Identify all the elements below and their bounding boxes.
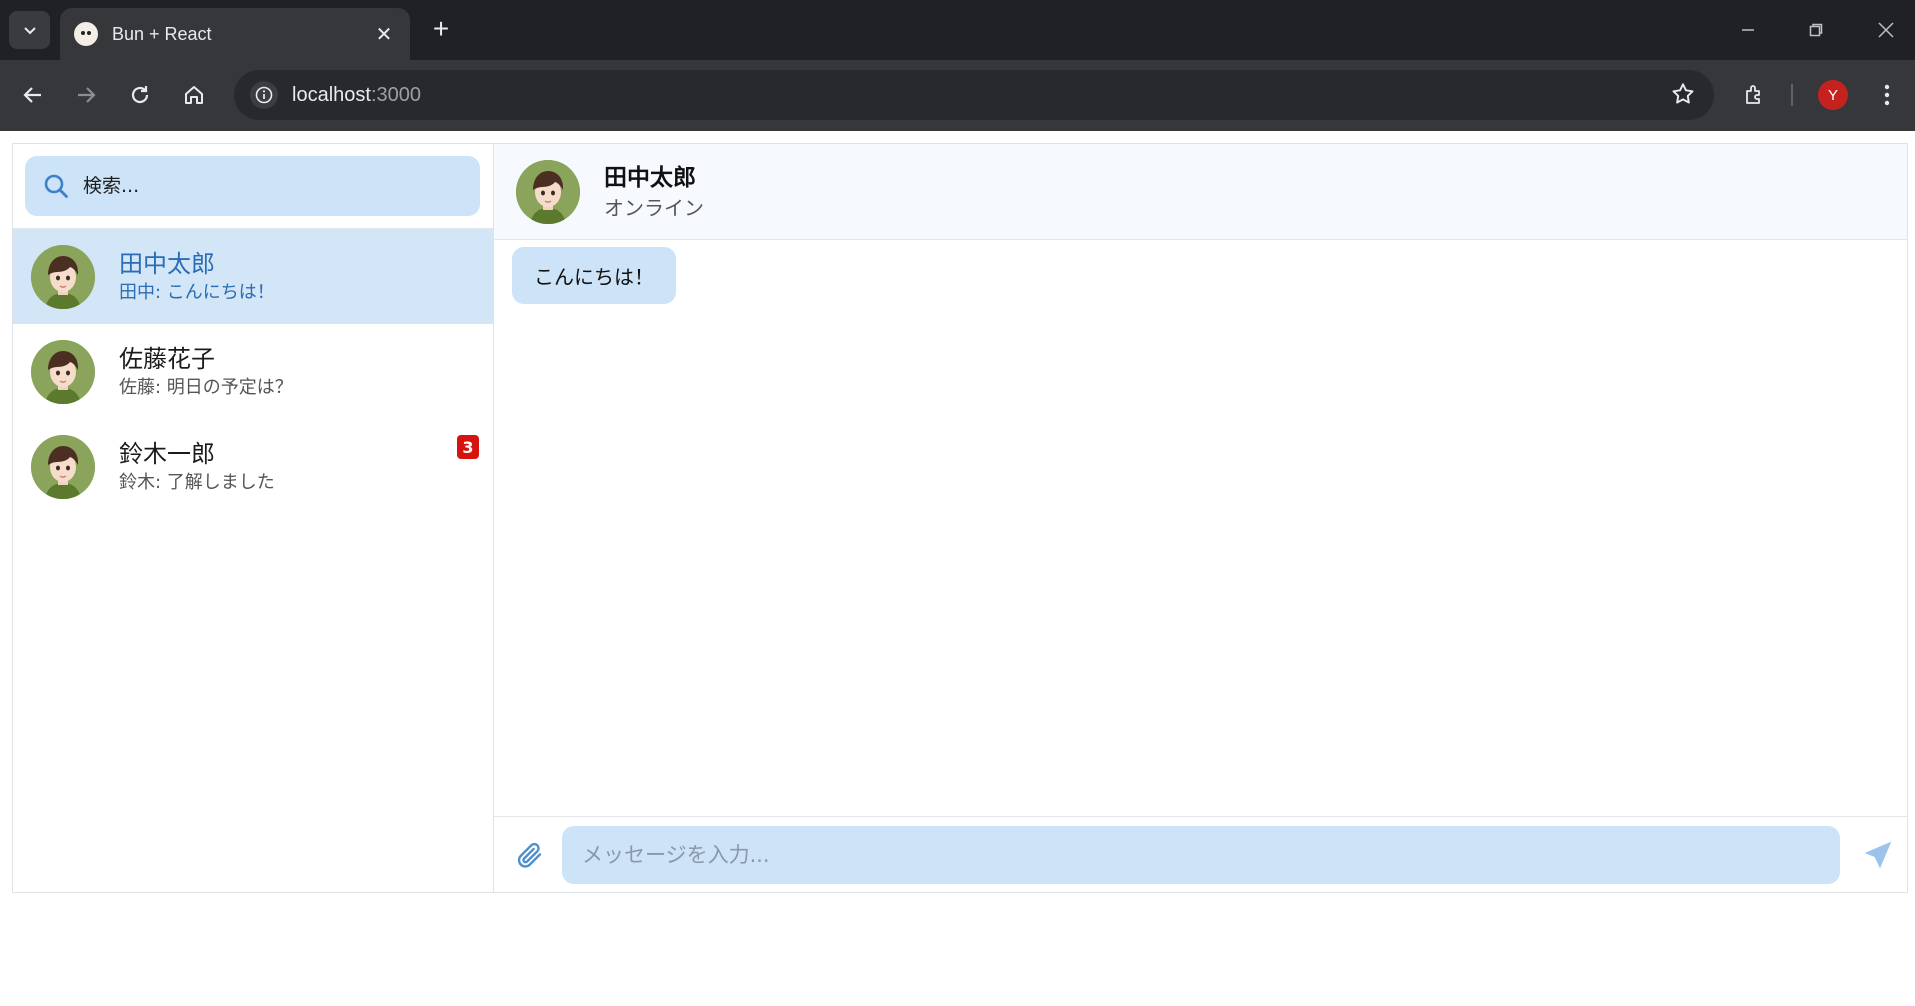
arrow-right-icon (78, 87, 96, 103)
message-input[interactable] (562, 825, 1840, 884)
home-button[interactable] (175, 76, 213, 114)
chat-preview: 田中: こんにちは！ (119, 281, 275, 303)
address-bar[interactable]: localhost:3000 (234, 70, 1714, 120)
toolbar-divider (1791, 84, 1793, 106)
reload-button[interactable] (121, 76, 159, 114)
search-input[interactable] (83, 175, 463, 197)
browser-toolbar: localhost:3000 Y (0, 60, 1915, 131)
arrow-left-icon (23, 87, 41, 103)
chat-item-sato[interactable]: 佐藤花子 佐藤: 明日の予定は？ (13, 324, 493, 419)
bun-favicon-icon (74, 22, 98, 46)
conversation-pane: 田中太郎 オンライン こんにちは！ (494, 144, 1907, 892)
back-button[interactable] (14, 76, 52, 114)
message-bubble: こんにちは！ (512, 247, 676, 304)
chat-preview: 鈴木: 了解しました (119, 471, 275, 493)
unread-badge: 3 (457, 435, 479, 459)
chat-item-suzuki[interactable]: 鈴木一郎 鈴木: 了解しました 3 (13, 419, 493, 514)
chat-app: 田中太郎 田中: こんにちは！ 佐藤花子 佐藤: 明日の予定は？ 鈴木一郎 鈴木… (12, 143, 1908, 893)
avatar (31, 339, 95, 404)
avatar (31, 434, 95, 499)
new-tab-button[interactable]: + (425, 14, 457, 46)
chat-sidebar: 田中太郎 田中: こんにちは！ 佐藤花子 佐藤: 明日の予定は？ 鈴木一郎 鈴木… (13, 144, 494, 892)
chevron-down-icon (23, 27, 36, 35)
chat-list: 田中太郎 田中: こんにちは！ 佐藤花子 佐藤: 明日の予定は？ 鈴木一郎 鈴木… (13, 229, 493, 514)
chat-name: 鈴木一郎 (119, 439, 215, 468)
message-composer (494, 816, 1907, 892)
puzzle-icon (1746, 85, 1760, 104)
browser-tab[interactable]: Bun + React ✕ (60, 8, 410, 60)
tab-close-icon[interactable]: ✕ (372, 22, 396, 46)
profile-avatar[interactable]: Y (1818, 80, 1848, 110)
bookmark-star-icon[interactable] (1670, 81, 1696, 111)
window-close-icon[interactable] (1866, 12, 1906, 48)
search-box[interactable] (25, 156, 480, 216)
extensions-button[interactable] (1736, 76, 1774, 114)
send-icon (1864, 841, 1892, 868)
message-list: こんにちは！ (494, 241, 1907, 801)
chat-item-tanaka[interactable]: 田中太郎 田中: こんにちは！ (13, 229, 493, 324)
chat-name: 佐藤花子 (119, 344, 215, 373)
chat-preview: 佐藤: 明日の予定は？ (119, 376, 293, 398)
search-icon (44, 174, 68, 198)
send-button[interactable] (1858, 835, 1898, 875)
site-info-icon[interactable] (250, 81, 278, 109)
restore-icon[interactable] (1796, 12, 1836, 48)
tab-search-button[interactable] (9, 11, 50, 49)
avatar (516, 159, 580, 224)
contact-name: 田中太郎 (604, 164, 696, 191)
browser-tabstrip: Bun + React ✕ + (0, 0, 1915, 60)
contact-status: オンライン (604, 195, 704, 220)
forward-button[interactable] (67, 76, 105, 114)
browser-menu-button[interactable] (1872, 76, 1902, 114)
avatar (31, 244, 95, 309)
conversation-header: 田中太郎 オンライン (494, 144, 1907, 240)
paperclip-icon (517, 842, 542, 868)
url-text: localhost:3000 (292, 83, 421, 106)
minimize-icon[interactable] (1728, 12, 1768, 48)
reload-icon (131, 86, 149, 104)
attach-button[interactable] (510, 835, 550, 875)
home-icon (185, 86, 203, 104)
chat-name: 田中太郎 (119, 249, 215, 278)
kebab-menu-icon (1884, 84, 1890, 106)
tab-title: Bun + React (112, 23, 212, 44)
